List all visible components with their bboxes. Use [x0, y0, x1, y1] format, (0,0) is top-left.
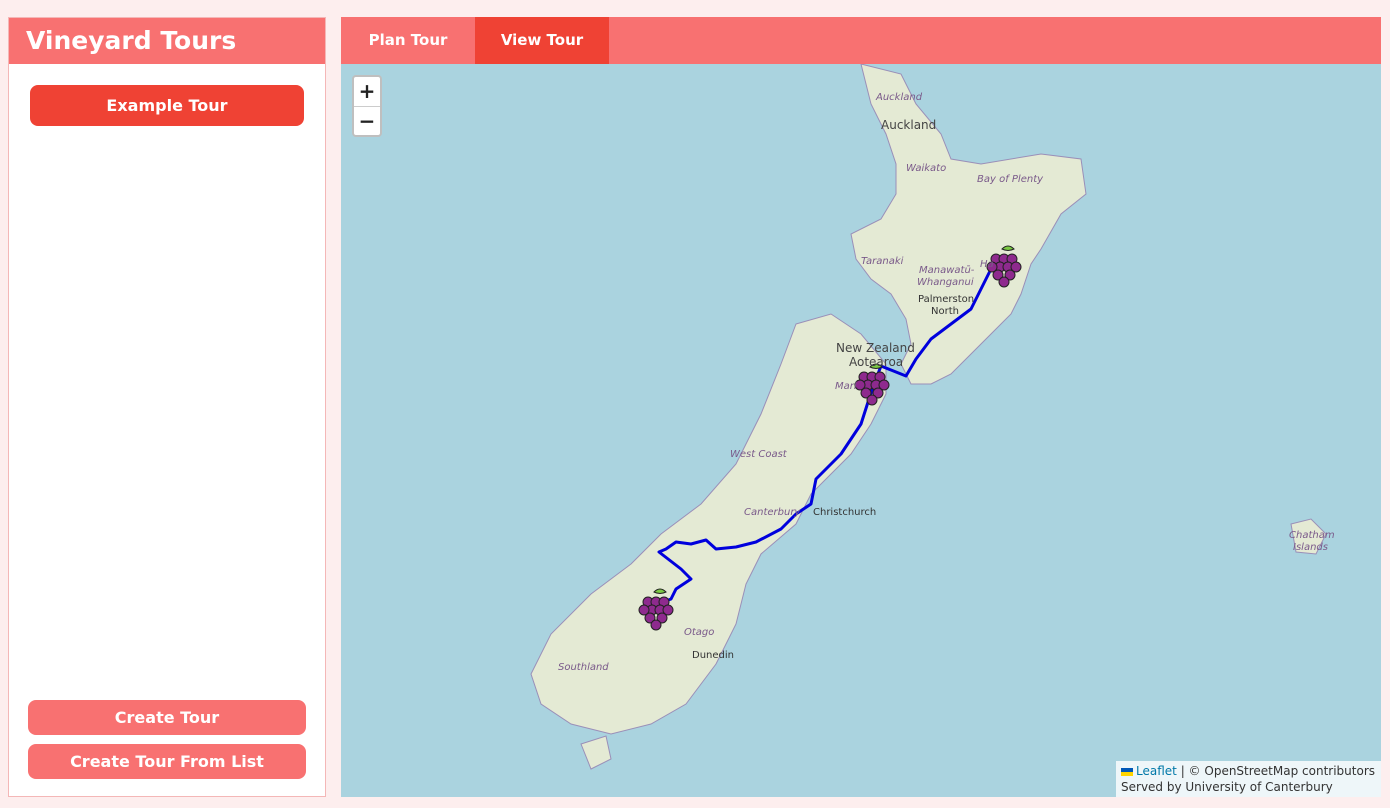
map-label-auckland: Auckland: [881, 118, 937, 132]
zoom-out-button[interactable]: −: [354, 107, 380, 136]
map[interactable]: Auckland Auckland Waikato Bay of Plenty …: [341, 64, 1381, 797]
leaflet-link[interactable]: Leaflet: [1136, 764, 1177, 778]
map-label-canterbury: Canterbury: [744, 507, 801, 518]
map-label-palmerston-north: North: [931, 306, 959, 317]
map-label-waikato: Waikato: [906, 163, 947, 174]
map-label-palmerston: Palmerston: [918, 294, 975, 305]
create-tour-from-list-button[interactable]: Create Tour From List: [28, 744, 306, 779]
tab-plan-tour[interactable]: Plan Tour: [341, 17, 475, 64]
zoom-control: + −: [352, 75, 382, 137]
map-label-otago: Otago: [684, 627, 715, 638]
map-label-chatham-islands: Islands: [1293, 542, 1328, 553]
map-label-chatham: Chatham: [1289, 530, 1335, 541]
map-label-hawkes: Ha: [980, 259, 994, 270]
served-by-text: Served by University of Canterbury: [1121, 780, 1333, 794]
map-label-marlborough: Marl: [835, 381, 857, 392]
map-canvas: [530, 64, 1327, 770]
create-tour-button[interactable]: Create Tour: [28, 700, 306, 735]
map-label-taranaki: Taranaki: [861, 256, 904, 267]
map-label-nz: New Zealand: [836, 341, 915, 355]
map-label-bay-of-plenty: Bay of Plenty: [977, 174, 1044, 185]
zoom-in-button[interactable]: +: [354, 77, 380, 107]
map-label-manawatu: Manawatū-: [919, 265, 975, 276]
osm-attribution: | © OpenStreetMap contributors: [1180, 764, 1375, 778]
app-title: Vineyard Tours: [9, 18, 325, 64]
tab-bar: Plan Tour View Tour: [341, 17, 1381, 64]
sidebar: Vineyard Tours Example Tour Create Tour …: [8, 17, 326, 797]
stewart-island: [580, 735, 612, 770]
map-label-whanganui: Whanganui: [917, 277, 974, 288]
map-label-christchurch: Christchurch: [813, 507, 877, 518]
ukraine-flag-icon: [1121, 767, 1134, 776]
map-label-west-coast: West Coast: [730, 449, 787, 460]
north-island: [850, 64, 1087, 385]
map-label-dunedin: Dunedin: [692, 650, 734, 661]
map-label-aotearoa: Aotearoa: [849, 355, 904, 369]
map-attribution: Leaflet | © OpenStreetMap contributors S…: [1116, 761, 1381, 797]
example-tour-button[interactable]: Example Tour: [30, 85, 304, 126]
map-label-southland: Southland: [558, 662, 609, 673]
main-panel: Plan Tour View Tour Auckland Auckland Wa…: [341, 17, 1381, 797]
tab-view-tour[interactable]: View Tour: [475, 17, 609, 64]
map-label-auckland-region: Auckland: [876, 92, 923, 103]
